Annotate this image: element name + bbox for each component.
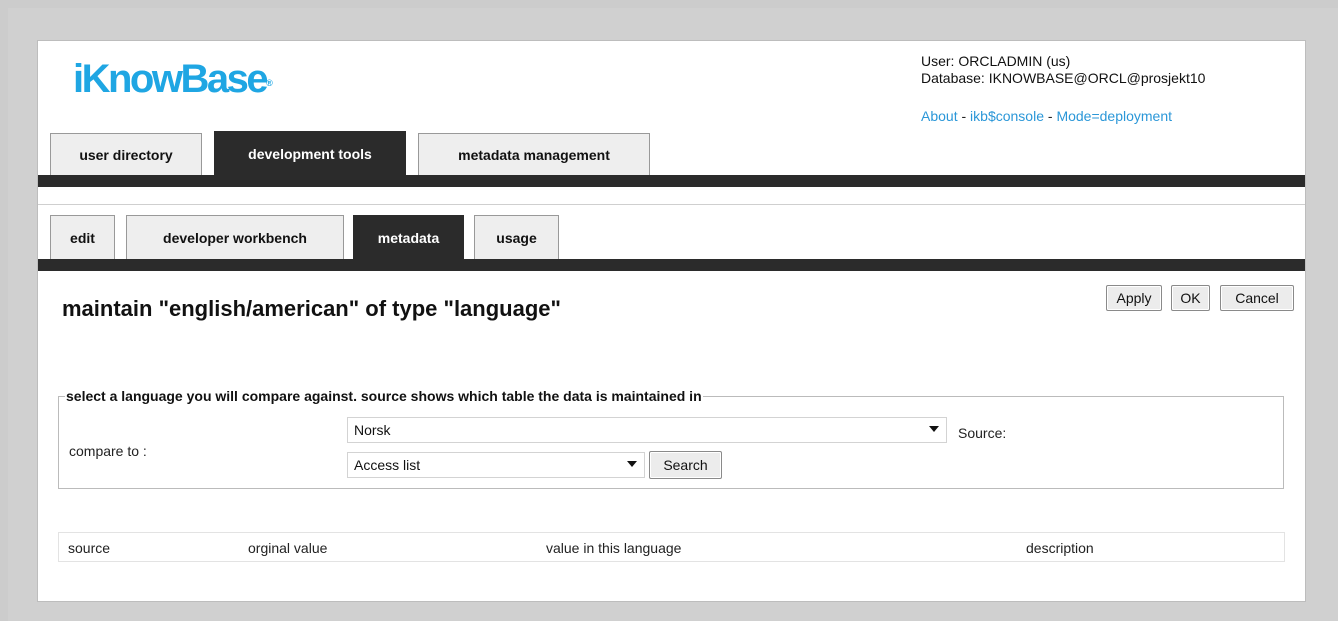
about-link[interactable]: About xyxy=(921,108,958,124)
compare-to-label: compare to : xyxy=(69,443,147,459)
access-list-value: Access list xyxy=(354,457,421,473)
divider xyxy=(38,204,1305,205)
tab-user-directory[interactable]: user directory xyxy=(50,133,202,175)
column-header-source: source xyxy=(68,540,111,556)
cancel-button[interactable]: Cancel xyxy=(1220,285,1294,311)
iknowbase-logo: iKnowBase® xyxy=(73,57,273,101)
tab-edit[interactable]: edit xyxy=(50,215,115,259)
main-tab-bar xyxy=(38,175,1305,187)
table-header: source orginal value value in this langu… xyxy=(58,532,1285,562)
link-separator: - xyxy=(1043,108,1057,124)
access-list-select[interactable]: Access list xyxy=(347,452,645,478)
apply-button[interactable]: Apply xyxy=(1106,285,1162,311)
dropdown-arrow-icon xyxy=(929,426,939,432)
language-select-value: Norsk xyxy=(354,422,391,438)
compare-legend: select a language you will compare again… xyxy=(66,388,702,404)
search-button[interactable]: Search xyxy=(649,451,722,479)
sub-tab-bar xyxy=(38,259,1305,271)
header-links: About - ikb$console - Mode=deployment xyxy=(921,108,1172,124)
mode-link[interactable]: Mode=deployment xyxy=(1056,108,1172,124)
ok-button[interactable]: OK xyxy=(1171,285,1210,311)
user-info: User: ORCLADMIN (us) Database: IKNOWBASE… xyxy=(921,53,1205,87)
tab-developer-workbench[interactable]: developer workbench xyxy=(126,215,344,259)
page-title: maintain "english/american" of type "lan… xyxy=(62,296,561,321)
tab-usage[interactable]: usage xyxy=(474,215,559,259)
main-panel: iKnowBase® User: ORCLADMIN (us) Database… xyxy=(37,40,1306,602)
tab-development-tools[interactable]: development tools xyxy=(214,131,406,175)
language-select[interactable]: Norsk xyxy=(347,417,947,443)
source-label: Source: xyxy=(958,425,1007,441)
link-separator: - xyxy=(957,108,971,124)
database-line: Database: IKNOWBASE@ORCL@prosjekt10 xyxy=(921,70,1206,86)
column-header-description: description xyxy=(1026,540,1094,556)
tab-metadata-management[interactable]: metadata management xyxy=(418,133,650,175)
tab-metadata[interactable]: metadata xyxy=(353,215,464,259)
user-line: User: ORCLADMIN (us) xyxy=(921,53,1071,69)
column-header-original-value: orginal value xyxy=(248,540,328,556)
console-link[interactable]: ikb$console xyxy=(970,108,1044,124)
column-header-value-in-language: value in this language xyxy=(546,540,682,556)
dropdown-arrow-icon xyxy=(627,461,637,467)
